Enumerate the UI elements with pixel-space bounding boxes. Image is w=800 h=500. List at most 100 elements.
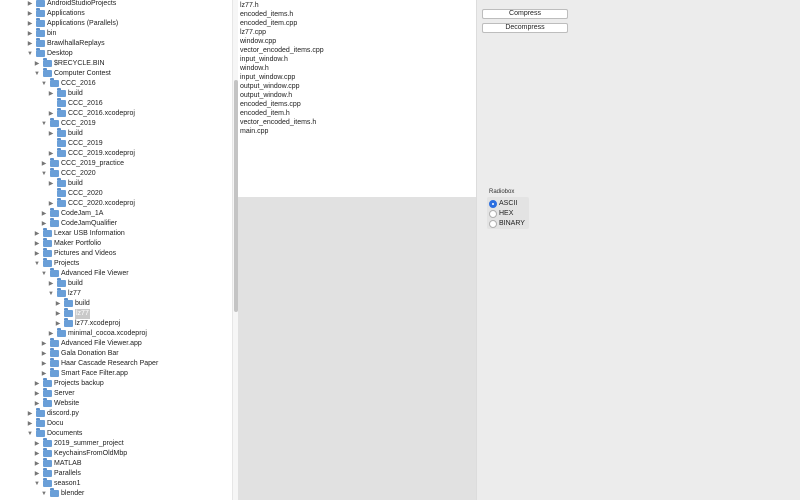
file-list-item[interactable]: output_window.h xyxy=(240,91,292,100)
tree-row[interactable]: ▶ $RECYCLE.BIN xyxy=(0,58,231,69)
tree-row[interactable]: ▶ KeychainsFromOldMbp xyxy=(0,448,231,459)
disclosure-expanded-icon[interactable]: ▼ xyxy=(40,489,48,499)
tree-row[interactable]: ▼ CCC_2016 xyxy=(0,78,231,89)
tree-row[interactable]: CCC_2019 xyxy=(0,138,231,149)
tree-row[interactable]: ▼ CCC_2020 xyxy=(0,168,231,179)
disclosure-collapsed-icon[interactable]: ▶ xyxy=(33,439,41,449)
disclosure-collapsed-icon[interactable]: ▶ xyxy=(33,239,41,249)
disclosure-collapsed-icon[interactable]: ▶ xyxy=(40,349,48,359)
tree-row[interactable]: ▼ lz77 xyxy=(0,288,231,299)
tree-row[interactable]: ▶ MATLAB xyxy=(0,458,231,469)
tree-row[interactable]: ▼ Computer Contest xyxy=(0,68,231,79)
disclosure-collapsed-icon[interactable]: ▶ xyxy=(26,409,34,419)
disclosure-collapsed-icon[interactable]: ▶ xyxy=(33,249,41,259)
tree-row[interactable]: ▶ lz77.xcodeproj xyxy=(0,318,231,329)
compress-button[interactable]: Compress xyxy=(482,9,568,19)
disclosure-expanded-icon[interactable]: ▼ xyxy=(40,79,48,89)
disclosure-collapsed-icon[interactable]: ▶ xyxy=(47,89,55,99)
tree-row[interactable]: ▶ discord.py xyxy=(0,408,231,419)
disclosure-collapsed-icon[interactable]: ▶ xyxy=(33,229,41,239)
tree-row[interactable]: ▼ blender xyxy=(0,488,231,499)
radio-ascii-circle[interactable] xyxy=(489,200,497,208)
file-list-item[interactable]: encoded_items.cpp xyxy=(240,100,301,109)
disclosure-collapsed-icon[interactable]: ▶ xyxy=(40,209,48,219)
tree-row[interactable]: ▶ Advanced File Viewer.app xyxy=(0,338,231,349)
tree-row[interactable]: ▼ Projects xyxy=(0,258,231,269)
disclosure-collapsed-icon[interactable]: ▶ xyxy=(26,419,34,429)
disclosure-collapsed-icon[interactable]: ▶ xyxy=(33,379,41,389)
tree-row[interactable]: ▼ CCC_2019 xyxy=(0,118,231,129)
disclosure-collapsed-icon[interactable]: ▶ xyxy=(54,309,62,319)
disclosure-collapsed-icon[interactable]: ▶ xyxy=(33,449,41,459)
tree-row[interactable]: ▶ Gala Donation Bar xyxy=(0,348,231,359)
tree-row[interactable]: ▼ Advanced File Viewer xyxy=(0,268,231,279)
directory-tree[interactable]: ▶ AndroidStudioProjects ▶ Applications ▶ Appl… xyxy=(0,0,231,500)
disclosure-collapsed-icon[interactable]: ▶ xyxy=(33,59,41,69)
tree-row[interactable]: ▶ Lexar USB Information xyxy=(0,228,231,239)
file-list-item[interactable]: vector_encoded_items.cpp xyxy=(240,46,324,55)
disclosure-collapsed-icon[interactable]: ▶ xyxy=(33,469,41,479)
disclosure-expanded-icon[interactable]: ▼ xyxy=(40,269,48,279)
tree-row[interactable]: ▶ Haar Cascade Research Paper xyxy=(0,358,231,369)
disclosure-collapsed-icon[interactable]: ▶ xyxy=(40,159,48,169)
disclosure-collapsed-icon[interactable]: ▶ xyxy=(26,39,34,49)
file-list-item[interactable]: encoded_item.h xyxy=(240,109,290,118)
file-list-item[interactable]: output_window.cpp xyxy=(240,82,300,91)
disclosure-expanded-icon[interactable]: ▼ xyxy=(40,169,48,179)
tree-row[interactable]: ▶ Docu xyxy=(0,418,231,429)
disclosure-collapsed-icon[interactable]: ▶ xyxy=(26,9,34,19)
radio-binary[interactable]: BINARY xyxy=(489,219,529,229)
disclosure-collapsed-icon[interactable]: ▶ xyxy=(26,19,34,29)
tree-row[interactable]: ▶ CCC_2016.xcodeproj xyxy=(0,108,231,119)
disclosure-collapsed-icon[interactable]: ▶ xyxy=(47,129,55,139)
tree-row[interactable]: ▶ build xyxy=(0,178,231,189)
disclosure-collapsed-icon[interactable]: ▶ xyxy=(26,29,34,39)
disclosure-expanded-icon[interactable]: ▼ xyxy=(26,429,34,439)
disclosure-collapsed-icon[interactable]: ▶ xyxy=(54,299,62,309)
file-list-item[interactable]: encoded_items.h xyxy=(240,10,293,19)
tree-row[interactable]: ▶ Server xyxy=(0,388,231,399)
file-list-item[interactable]: vector_encoded_items.h xyxy=(240,118,316,127)
tree-row[interactable]: ▶ 2019_summer_project xyxy=(0,438,231,449)
disclosure-collapsed-icon[interactable]: ▶ xyxy=(40,339,48,349)
tree-row[interactable]: ▶ build xyxy=(0,278,231,289)
tree-row[interactable]: ▶ Smart Face Filter.app xyxy=(0,368,231,379)
tree-row[interactable]: ▶ CCC_2020.xcodeproj xyxy=(0,198,231,209)
tree-row[interactable]: ▶ BrawlhallaReplays xyxy=(0,38,231,49)
tree-row[interactable]: CCC_2020 xyxy=(0,188,231,199)
file-list-item[interactable]: input_window.cpp xyxy=(240,73,295,82)
tree-row[interactable]: ▼ season1 xyxy=(0,478,231,489)
tree-row[interactable]: ▼ Desktop xyxy=(0,48,231,59)
tree-row[interactable]: ▶ CodeJamQualifier xyxy=(0,218,231,229)
file-list-item[interactable]: encoded_item.cpp xyxy=(240,19,297,28)
tree-row[interactable]: CCC_2016 xyxy=(0,98,231,109)
decompress-button[interactable]: Decompress xyxy=(482,23,568,33)
radio-binary-circle[interactable] xyxy=(489,220,497,228)
tree-row[interactable]: ▶ Website xyxy=(0,398,231,409)
file-list[interactable]: lz77.h encoded_items.h encoded_item.cpp lz7… xyxy=(238,0,476,197)
disclosure-expanded-icon[interactable]: ▼ xyxy=(40,119,48,129)
disclosure-collapsed-icon[interactable]: ▶ xyxy=(26,0,34,9)
tree-row[interactable]: ▶ Applications xyxy=(0,8,231,19)
tree-row[interactable]: ▶ lz77 xyxy=(0,308,231,319)
radio-hex[interactable]: HEX xyxy=(489,209,529,219)
tree-row[interactable]: ▶ build xyxy=(0,298,231,309)
tree-row[interactable]: ▶ Maker Portfolio xyxy=(0,238,231,249)
disclosure-collapsed-icon[interactable]: ▶ xyxy=(47,279,55,289)
file-list-item[interactable]: lz77.h xyxy=(240,1,259,10)
disclosure-expanded-icon[interactable]: ▼ xyxy=(33,259,41,269)
disclosure-expanded-icon[interactable]: ▼ xyxy=(33,69,41,79)
tree-row[interactable]: ▶ Parallels xyxy=(0,468,231,479)
tree-row[interactable]: ▶ build xyxy=(0,128,231,139)
file-list-item[interactable]: window.h xyxy=(240,64,269,73)
tree-row[interactable]: ▶ AndroidStudioProjects xyxy=(0,0,231,9)
disclosure-expanded-icon[interactable]: ▼ xyxy=(47,289,55,299)
tree-row[interactable]: ▶ minimal_cocoa.xcodeproj xyxy=(0,328,231,339)
file-list-item[interactable]: main.cpp xyxy=(240,127,268,136)
radio-ascii[interactable]: ASCII xyxy=(489,199,529,209)
tree-row[interactable]: ▶ Applications (Parallels) xyxy=(0,18,231,29)
tree-row[interactable]: ▶ CodeJam_1A xyxy=(0,208,231,219)
tree-row[interactable]: ▶ Projects backup xyxy=(0,378,231,389)
file-list-item[interactable]: window.cpp xyxy=(240,37,276,46)
file-list-item[interactable]: input_window.h xyxy=(240,55,288,64)
